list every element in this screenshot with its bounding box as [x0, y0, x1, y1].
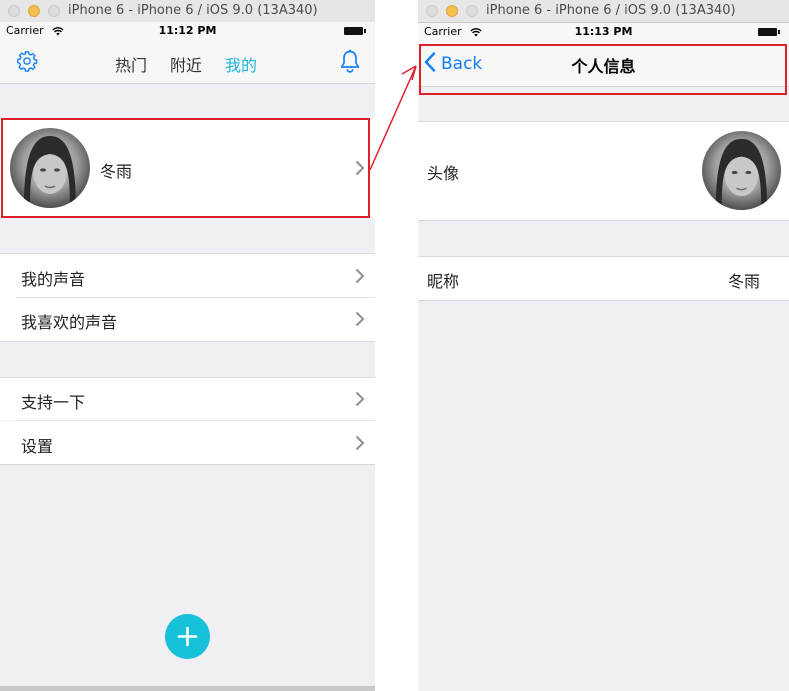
bell-icon[interactable]: [339, 49, 361, 77]
add-button[interactable]: [165, 614, 210, 659]
window-title: iPhone 6 - iPhone 6 / iOS 9.0 (13A340): [68, 3, 318, 18]
list-item-label: 支持一下: [21, 393, 86, 412]
bottom-edge: [0, 686, 375, 691]
simulator-window-left: iPhone 6 - iPhone 6 / iOS 9.0 (13A340) C…: [0, 0, 375, 691]
plus-icon: [177, 626, 198, 651]
list-item-label: 设置: [21, 437, 54, 456]
window-close-button[interactable]: [8, 5, 20, 17]
chevron-right-icon: [355, 160, 365, 180]
status-time: 11:12 PM: [158, 24, 217, 37]
chevron-right-icon: [355, 435, 365, 455]
status-bar: Carrier 11:13 PM: [418, 23, 789, 41]
nickname-value: 冬雨: [727, 272, 760, 291]
window-minimize-button[interactable]: [28, 5, 40, 17]
list-item-support[interactable]: 支持一下: [0, 378, 375, 420]
list-item-liked-voices[interactable]: 我喜欢的声音: [0, 298, 375, 341]
list-item-label: 我喜欢的声音: [21, 313, 118, 332]
divider: [0, 341, 375, 342]
page-title: 个人信息: [571, 57, 636, 76]
chevron-right-icon: [355, 391, 365, 411]
window-titlebar: iPhone 6 - iPhone 6 / iOS 9.0 (13A340): [418, 0, 789, 23]
avatar: [10, 128, 90, 208]
tab-mine[interactable]: 我的: [225, 52, 257, 76]
nav-bar: Back 个人信息: [418, 41, 789, 87]
list-item-settings[interactable]: 设置: [0, 421, 375, 464]
divider: [418, 300, 789, 301]
chevron-right-icon: [355, 311, 365, 331]
status-bar: Carrier 11:12 PM: [0, 22, 375, 40]
avatar: [702, 131, 781, 210]
window-maximize-button[interactable]: [466, 5, 478, 17]
battery-icon: [344, 27, 366, 35]
window-minimize-button[interactable]: [446, 5, 458, 17]
tab-nearby[interactable]: 附近: [170, 52, 202, 76]
list-item-label: 我的声音: [21, 270, 86, 289]
window-close-button[interactable]: [426, 5, 438, 17]
tab-hot[interactable]: 热门: [115, 52, 147, 76]
profile-name: 冬雨: [100, 162, 133, 181]
avatar-row-label: 头像: [427, 164, 460, 183]
window-titlebar: iPhone 6 - iPhone 6 / iOS 9.0 (13A340): [0, 0, 375, 23]
list-item-my-voice[interactable]: 我的声音: [0, 254, 375, 298]
divider: [418, 220, 789, 221]
window-maximize-button[interactable]: [48, 5, 60, 17]
divider: [0, 464, 375, 465]
profile-cell[interactable]: 冬雨: [0, 118, 375, 218]
nickname-row[interactable]: 昵称 冬雨: [418, 257, 789, 300]
battery-icon: [758, 28, 780, 36]
status-time: 11:13 PM: [574, 25, 633, 38]
simulator-window-right: iPhone 6 - iPhone 6 / iOS 9.0 (13A340) C…: [418, 0, 789, 691]
nickname-label: 昵称: [427, 272, 460, 291]
window-title: iPhone 6 - iPhone 6 / iOS 9.0 (13A340): [486, 3, 736, 18]
nav-bar: 热门 附近 我的: [0, 40, 375, 84]
chevron-right-icon: [355, 268, 365, 288]
avatar-row[interactable]: 头像: [418, 122, 789, 220]
gear-icon[interactable]: [16, 50, 38, 76]
